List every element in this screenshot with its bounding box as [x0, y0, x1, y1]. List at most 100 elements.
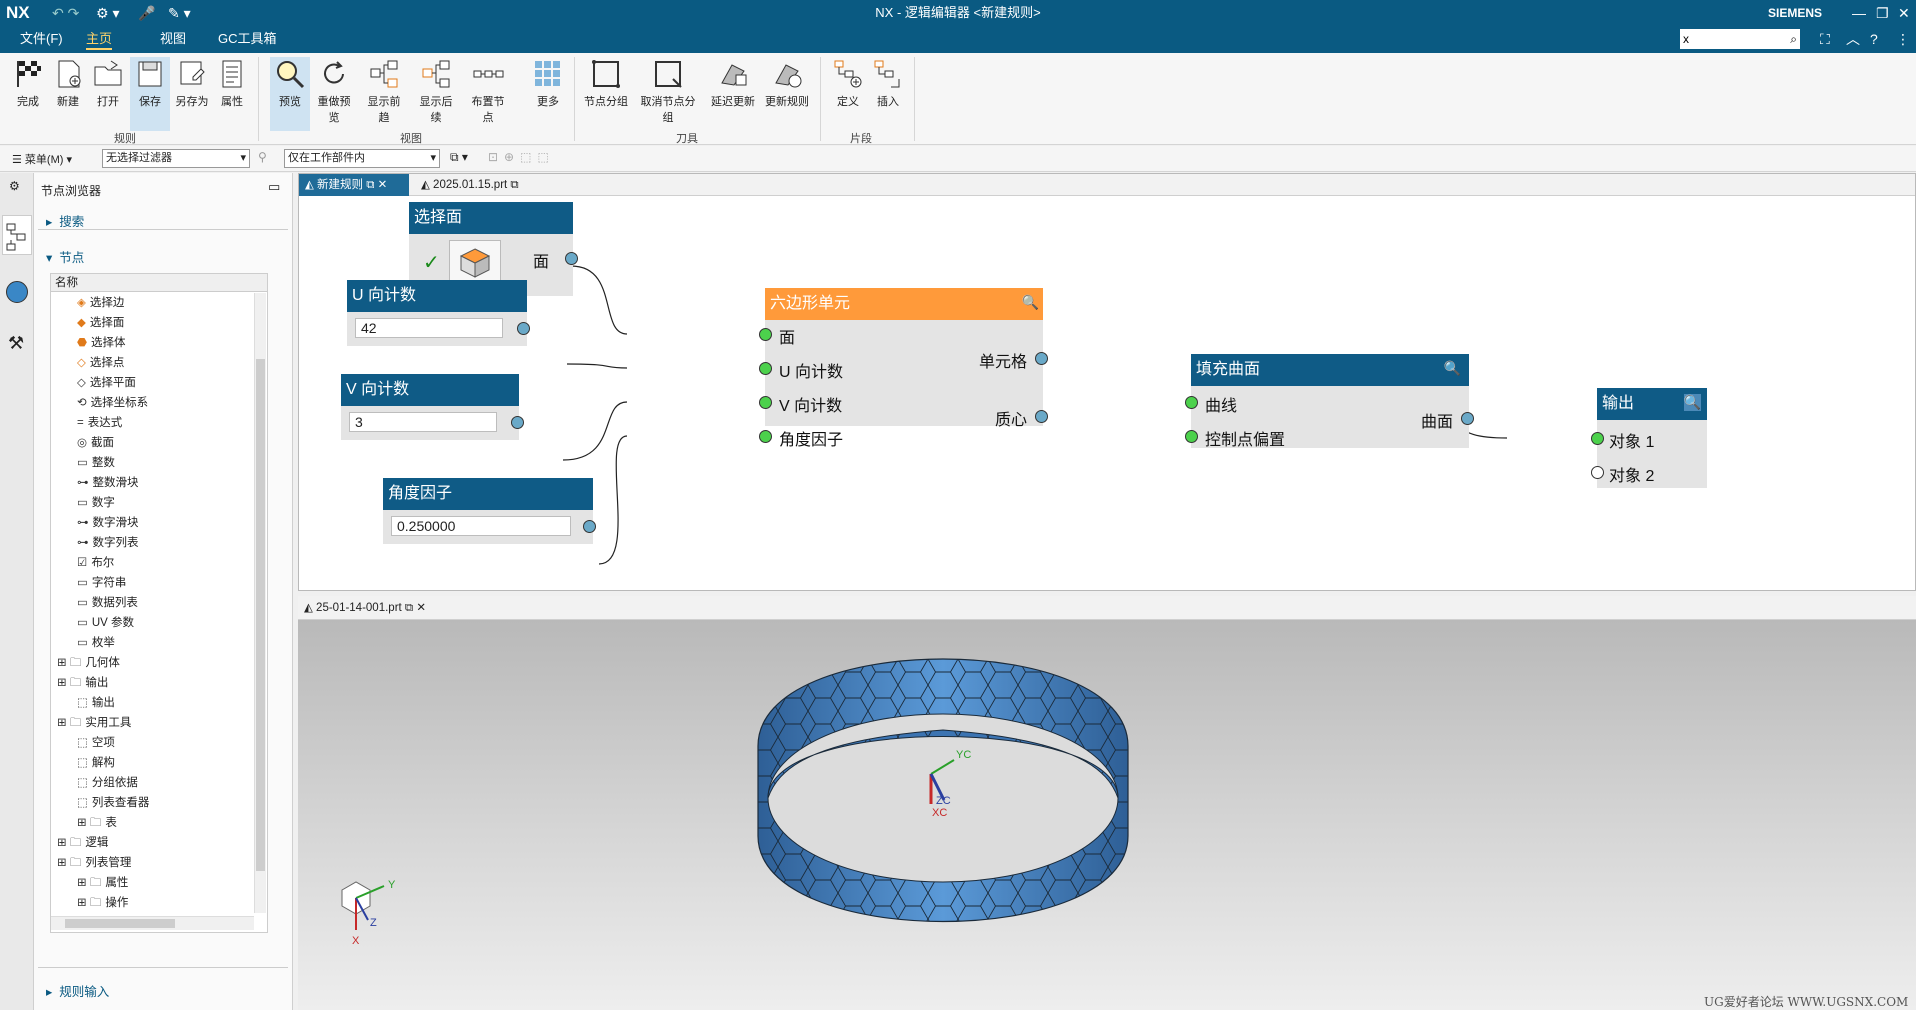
fullscreen-icon[interactable]: ⛶	[1820, 26, 1830, 52]
scope-select[interactable]: 仅在工作部件内 ▾	[284, 149, 440, 168]
port-v-count-out[interactable]	[511, 416, 524, 429]
port-fill-surface-out[interactable]	[1461, 412, 1474, 425]
tree-item[interactable]: ⬣ 选择体	[51, 333, 126, 353]
redo-preview-button[interactable]: 重做预览	[314, 57, 354, 125]
mic-icon[interactable]: 🎤	[138, 0, 155, 26]
more-button[interactable]: 更多	[528, 57, 568, 109]
tree-item[interactable]: ◈ 选择边	[51, 293, 124, 313]
selection-tools-icon[interactable]: ⧉ ▾	[450, 150, 468, 165]
tree-item[interactable]: ⊞ 🗀 操作	[51, 893, 128, 913]
menu-file[interactable]: 文件(F)	[20, 26, 63, 52]
face-selector-button[interactable]	[449, 240, 501, 284]
node-angle-factor[interactable]: 角度因子 0.250000	[383, 478, 596, 544]
tree-item[interactable]: ⊞ 🗀 表	[51, 813, 117, 833]
graphics-viewport[interactable]: ◭ 25-01-14-001.prt ⧉ ✕ YC ZC XC Y Z X UG…	[298, 596, 1916, 1010]
inspect-icon[interactable]: 🔍	[1022, 294, 1039, 311]
tree-item[interactable]: ◆ 选择面	[51, 313, 124, 333]
restore-icon[interactable]: ❐	[1876, 0, 1889, 26]
delay-update-button[interactable]: 延迟更新	[708, 57, 758, 109]
tree-item[interactable]: ◇ 选择平面	[51, 373, 136, 393]
node-u-count[interactable]: U 向计数 42	[347, 280, 530, 346]
port-output-obj1-in[interactable]	[1591, 432, 1604, 445]
angle-factor-input[interactable]: 0.250000	[391, 516, 571, 536]
node-output[interactable]: 输出 🔍 对象 1 对象 2	[1591, 388, 1707, 488]
tree-item[interactable]: ⊶ 数字滑块	[51, 513, 139, 533]
undo-icon[interactable]: ↶ ↷	[52, 0, 79, 26]
tree-item[interactable]: = 表达式	[51, 413, 122, 433]
tree-item[interactable]: ☑ 布尔	[51, 553, 114, 573]
port-u-count-out[interactable]	[517, 322, 530, 335]
inspect-icon[interactable]: 🔍	[1444, 360, 1461, 377]
tree-horizontal-scrollbar[interactable]	[51, 916, 254, 930]
port-hex-v-in[interactable]	[759, 396, 772, 409]
port-hex-cells-out[interactable]	[1035, 352, 1048, 365]
tree-item[interactable]: ⊞ 🗀 实用工具	[51, 713, 131, 733]
open-button[interactable]: 打开	[88, 57, 128, 109]
inspect-icon[interactable]: 🔍	[1683, 394, 1701, 411]
menu-home[interactable]: 主页	[86, 26, 113, 50]
update-rule-button[interactable]: 更新规则	[762, 57, 812, 109]
customize-icon[interactable]: ✎ ▾	[168, 0, 191, 26]
node-browser-tab-icon[interactable]	[2, 215, 32, 255]
properties-button[interactable]: 属性	[212, 57, 252, 109]
tab-viewport-part[interactable]: ◭ 25-01-14-001.prt ⧉ ✕	[304, 596, 426, 620]
port-output-obj2-in[interactable]	[1591, 466, 1604, 479]
new-button[interactable]: 新建	[48, 57, 88, 109]
node-fill-surface[interactable]: 填充曲面 🔍 曲线 控制点偏置 曲面	[1185, 354, 1474, 449]
tree-item[interactable]: ⊞ 🗀 输出	[51, 673, 108, 693]
more-icon[interactable]: ⋮	[1896, 26, 1910, 52]
tree-item[interactable]: ▭ 数据列表	[51, 593, 138, 613]
port-hex-u-in[interactable]	[759, 362, 772, 375]
tree-item[interactable]: ⬚ 空项	[51, 733, 115, 753]
save-button[interactable]: 保存	[130, 57, 170, 131]
tools-icon[interactable]: ⚒	[8, 333, 24, 354]
tree-vertical-scrollbar[interactable]	[254, 293, 266, 913]
tree-item[interactable]: ⬚ 列表查看器	[51, 793, 149, 813]
collapse-ribbon-icon[interactable]: ︿	[1846, 26, 1860, 52]
menu-gc-toolbox[interactable]: GC工具箱	[218, 26, 277, 52]
port-face-out[interactable]	[565, 252, 578, 265]
show-predecessors-button[interactable]: 显示前趋	[364, 57, 404, 125]
menu-button[interactable]: ☰ 菜单(M) ▾	[12, 151, 72, 167]
web-browser-icon[interactable]	[6, 281, 28, 303]
tree-item[interactable]: ⬚ 解构	[51, 753, 115, 773]
port-fill-curve-in[interactable]	[1185, 396, 1198, 409]
group-nodes-button[interactable]: 节点分组	[584, 57, 628, 109]
tree-item[interactable]: ▭ 枚举	[51, 633, 115, 653]
tree-item[interactable]: ⊞ 🗀 属性	[51, 873, 128, 893]
panel-maximize-icon[interactable]: ▭	[268, 179, 280, 195]
close-icon[interactable]: ✕	[1898, 0, 1910, 26]
tree-item[interactable]: ▭ UV 参数	[51, 613, 134, 633]
port-fill-offset-in[interactable]	[1185, 430, 1198, 443]
v-count-input[interactable]: 3	[349, 412, 497, 432]
minimize-icon[interactable]: —	[1852, 0, 1866, 26]
port-hex-face-in[interactable]	[759, 328, 772, 341]
tree-item[interactable]: ⊞ 🗀 列表管理	[51, 853, 131, 873]
port-hex-angle-in[interactable]	[759, 430, 772, 443]
tree-item[interactable]: ⊞ 🗀 逻辑	[51, 833, 108, 853]
save-as-button[interactable]: 另存为	[172, 57, 212, 109]
node-v-count[interactable]: V 向计数 3	[341, 374, 524, 440]
port-hex-centroid-out[interactable]	[1035, 410, 1048, 423]
menu-view[interactable]: 视图	[160, 26, 186, 52]
tree-item[interactable]: ▭ 数字	[51, 493, 115, 513]
quick-access-icon[interactable]: ⚙ ▾	[96, 0, 119, 26]
section-rule-input[interactable]: ▸ 规则输入	[46, 981, 109, 1000]
help-icon[interactable]: ?	[1870, 26, 1878, 52]
filter-icon[interactable]: ⚲	[258, 150, 267, 164]
tree-item[interactable]: ⊶ 数字列表	[51, 533, 139, 553]
port-angle-out[interactable]	[583, 520, 596, 533]
insert-button[interactable]: 插入	[868, 57, 908, 109]
settings-icon[interactable]: ⚙	[9, 179, 20, 193]
finish-button[interactable]: 完成	[8, 57, 48, 109]
tree-item[interactable]: ⬚ 分组依据	[51, 773, 138, 793]
type-filter-select[interactable]: 无选择过滤器 ▾	[102, 149, 250, 168]
section-nodes[interactable]: ▾ 节点	[46, 247, 84, 266]
tree-item[interactable]: ◎ 截面	[51, 433, 114, 453]
tree-item[interactable]: ▭ 整数	[51, 453, 115, 473]
tree-item[interactable]: ▭ 字符串	[51, 573, 126, 593]
command-search-input[interactable]: x ⌕	[1680, 29, 1800, 49]
define-button[interactable]: 定义	[828, 57, 868, 109]
tree-item[interactable]: ⊞ 🗀 几何体	[51, 653, 120, 673]
tree-item[interactable]: ⊶ 整数滑块	[51, 473, 139, 493]
